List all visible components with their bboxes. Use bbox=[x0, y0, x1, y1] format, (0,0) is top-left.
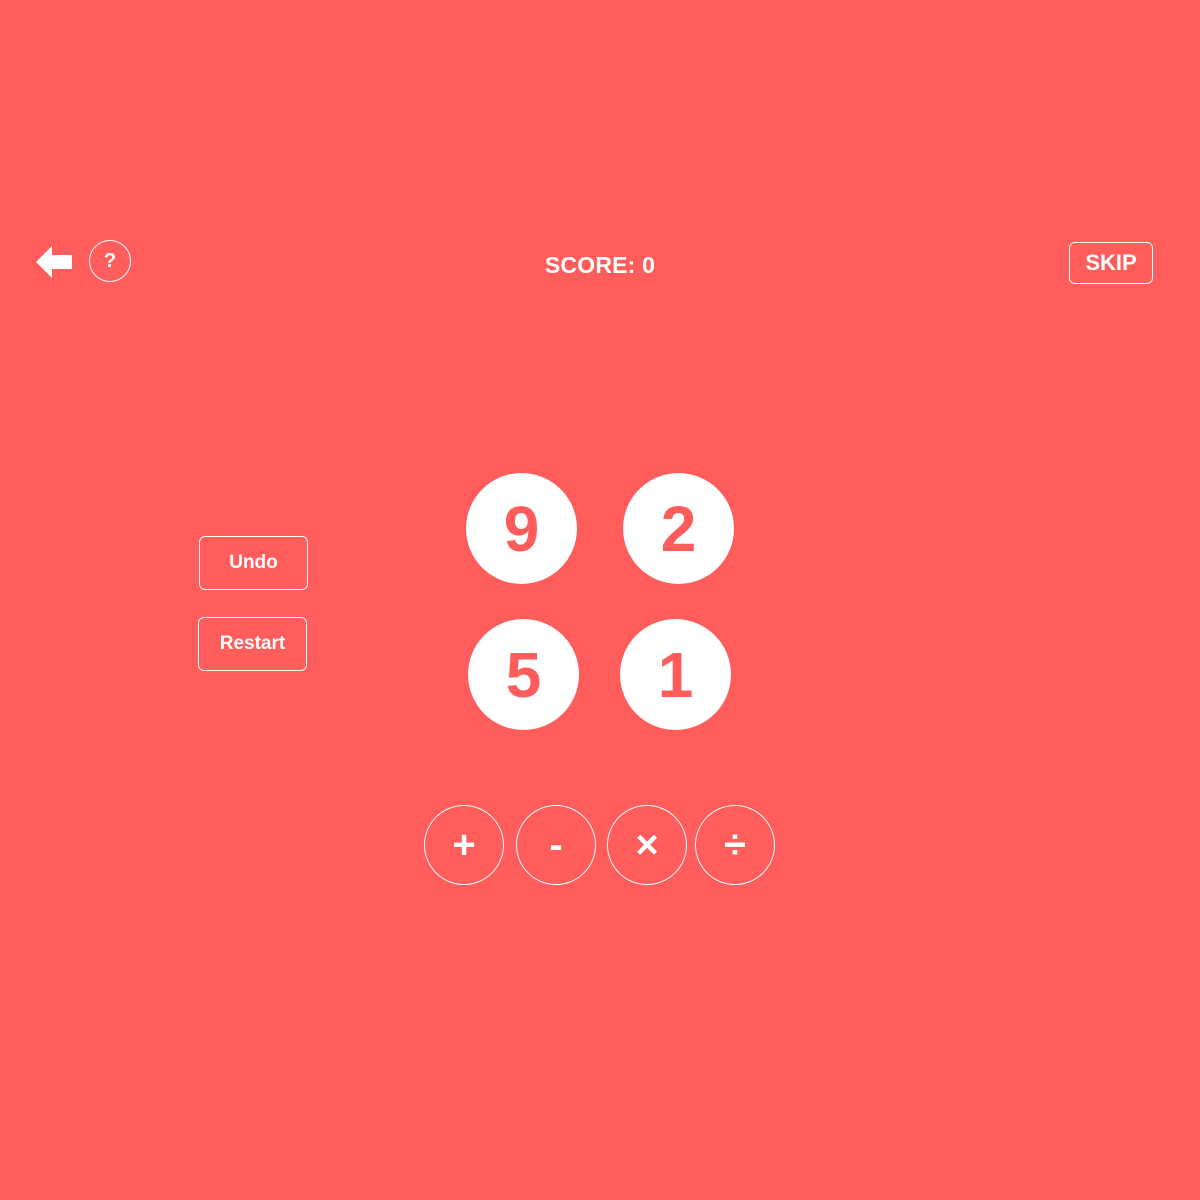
number-tile[interactable]: 1 bbox=[620, 619, 731, 730]
game-screen: ? SCORE: 0 SKIP Undo Restart 9 2 5 1 + -… bbox=[0, 0, 1200, 1200]
score-label: SCORE: bbox=[544, 252, 636, 278]
restart-button[interactable]: Restart bbox=[198, 617, 307, 671]
number-tile[interactable]: 5 bbox=[468, 619, 579, 730]
number-tile[interactable]: 9 bbox=[466, 473, 577, 584]
multiply-button[interactable]: × bbox=[607, 805, 687, 885]
add-button[interactable]: + bbox=[424, 805, 504, 885]
back-arrow-icon bbox=[36, 246, 72, 278]
back-button[interactable] bbox=[34, 243, 74, 281]
skip-button[interactable]: SKIP bbox=[1069, 242, 1153, 284]
undo-button[interactable]: Undo bbox=[199, 536, 308, 590]
divide-button[interactable]: ÷ bbox=[695, 805, 775, 885]
score-value: 0 bbox=[642, 252, 656, 278]
score-display: SCORE: 0 bbox=[450, 252, 750, 279]
subtract-button[interactable]: - bbox=[516, 805, 596, 885]
number-tile[interactable]: 2 bbox=[623, 473, 734, 584]
help-button[interactable]: ? bbox=[89, 240, 131, 282]
